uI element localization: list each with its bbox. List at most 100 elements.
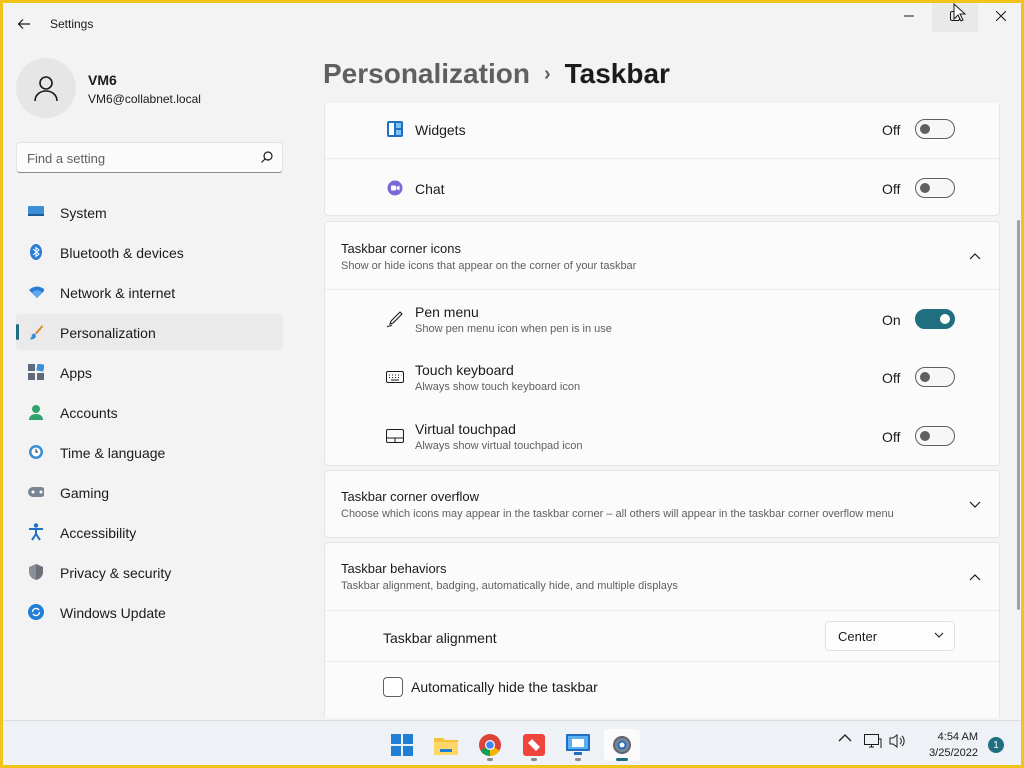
sidebar-item-label: Apps	[60, 365, 92, 381]
remote-desktop-icon	[566, 734, 590, 755]
speaker-icon	[889, 734, 905, 748]
sidebar-item-label: Network & internet	[60, 285, 176, 301]
chevron-up-icon[interactable]	[968, 570, 982, 584]
breadcrumb-separator: ›	[543, 63, 551, 85]
monitor-icon	[28, 204, 44, 220]
sidebar-item-personalization[interactable]: Personalization	[16, 314, 283, 350]
corner-icons-card: Taskbar corner icons Show or hide icons …	[324, 221, 1000, 466]
clock[interactable]: 4:54 AM 3/25/2022	[916, 729, 978, 761]
minimize-button[interactable]	[886, 0, 932, 32]
chrome-icon	[479, 734, 501, 756]
anydesk-icon	[523, 734, 545, 756]
globe-clock-icon	[28, 444, 44, 460]
remote-desktop-button[interactable]	[560, 729, 596, 761]
sidebar-item-accessibility[interactable]: Accessibility	[16, 514, 283, 550]
sidebar-item-label: Windows Update	[60, 605, 166, 621]
sidebar-item-gaming[interactable]: Gaming	[16, 474, 283, 510]
autohide-row: Automatically hide the taskbar	[325, 661, 999, 712]
chat-state: Off	[882, 181, 901, 197]
alignment-dropdown[interactable]: Center	[825, 621, 955, 651]
shield-icon	[28, 564, 44, 580]
file-explorer-button[interactable]	[428, 729, 464, 761]
pen-menu-toggle[interactable]	[915, 309, 955, 329]
chevron-down-icon[interactable]	[968, 498, 982, 512]
sidebar-item-accounts[interactable]: Accounts	[16, 394, 283, 430]
pen-icon	[386, 310, 404, 328]
clock-date: 3/25/2022	[929, 747, 978, 759]
breadcrumb-parent[interactable]: Personalization	[323, 58, 530, 89]
settings-gear-icon	[613, 736, 631, 754]
anydesk-button[interactable]	[516, 729, 552, 761]
touch-keyboard-label: Touch keyboard	[415, 362, 514, 378]
user-profile[interactable]: VM6 VM6@collabnet.local	[16, 58, 286, 118]
sidebar-item-apps[interactable]: Apps	[16, 354, 283, 390]
virtual-touchpad-row: Virtual touchpad Always show virtual tou…	[325, 407, 999, 466]
chevron-down-icon	[934, 632, 944, 638]
sidebar-item-network[interactable]: Network & internet	[16, 274, 283, 310]
search-icon	[261, 151, 273, 163]
sidebar-item-label: Accessibility	[60, 525, 137, 541]
touch-keyboard-toggle[interactable]	[915, 367, 955, 387]
corner-overflow-subtitle: Choose which icons may appear in the tas…	[341, 508, 894, 520]
touch-keyboard-state: Off	[882, 370, 901, 386]
sidebar-item-label: Time & language	[60, 445, 166, 461]
widgets-icon	[386, 120, 404, 138]
back-arrow-icon	[17, 19, 30, 29]
behaviors-header[interactable]: Taskbar behaviors Taskbar alignment, bad…	[325, 543, 999, 610]
alignment-label: Taskbar alignment	[383, 630, 497, 646]
chat-label: Chat	[415, 181, 445, 197]
chevron-up-icon[interactable]	[968, 249, 982, 263]
corner-icons-header[interactable]: Taskbar corner icons Show or hide icons …	[325, 222, 999, 289]
notification-badge[interactable]: 1	[988, 737, 1004, 753]
virtual-touchpad-toggle[interactable]	[915, 426, 955, 446]
chat-toggle[interactable]	[915, 178, 955, 198]
corner-icons-subtitle: Show or hide icons that appear on the co…	[341, 260, 637, 272]
widgets-toggle[interactable]	[915, 119, 955, 139]
behaviors-card: Taskbar behaviors Taskbar alignment, bad…	[324, 542, 1000, 718]
sidebar-item-time-language[interactable]: Time & language	[16, 434, 283, 470]
start-button[interactable]	[384, 729, 420, 761]
taskbar-items-card: Widgets Off Chat Off	[324, 103, 1000, 216]
autohide-label[interactable]: Automatically hide the taskbar	[411, 679, 598, 695]
sidebar-item-system[interactable]: System	[16, 194, 283, 230]
network-tray-icon[interactable]	[864, 733, 882, 749]
chrome-button[interactable]	[472, 729, 508, 761]
user-email: VM6@collabnet.local	[88, 92, 201, 106]
brush-icon	[28, 324, 44, 340]
network-monitor-icon	[864, 734, 882, 748]
keyboard-icon	[386, 368, 404, 386]
close-button[interactable]	[978, 0, 1024, 32]
corner-overflow-card[interactable]: Taskbar corner overflow Choose which ico…	[324, 470, 1000, 538]
search-input[interactable]: Find a setting	[16, 142, 283, 173]
back-button[interactable]	[10, 10, 38, 38]
alignment-value: Center	[838, 629, 878, 644]
update-icon	[28, 604, 44, 620]
file-explorer-icon	[434, 738, 458, 755]
windows-start-icon	[391, 734, 413, 756]
widgets-state: Off	[882, 122, 901, 138]
virtual-touchpad-label: Virtual touchpad	[415, 421, 516, 437]
autohide-checkbox[interactable]	[383, 677, 403, 697]
settings-taskbar-button[interactable]	[604, 729, 640, 761]
chat-row: Chat Off	[325, 158, 999, 216]
sidebar-item-bluetooth[interactable]: Bluetooth & devices	[16, 234, 283, 270]
scrollbar[interactable]	[1017, 220, 1020, 610]
title-bar: Settings	[0, 0, 1024, 48]
sidebar-item-windows-update[interactable]: Windows Update	[16, 594, 283, 630]
show-hidden-icons-button[interactable]	[838, 733, 852, 743]
accessibility-icon	[28, 523, 44, 541]
chevron-up-icon	[838, 734, 852, 742]
sidebar-item-privacy[interactable]: Privacy & security	[16, 554, 283, 590]
pen-menu-state: On	[882, 312, 901, 328]
sidebar-item-label: Personalization	[60, 325, 156, 341]
virtual-touchpad-sub: Always show virtual touchpad icon	[415, 440, 583, 452]
sidebar-item-label: Bluetooth & devices	[60, 245, 184, 261]
minimize-icon	[904, 15, 914, 17]
bluetooth-icon	[28, 244, 44, 260]
volume-tray-icon[interactable]	[889, 733, 907, 749]
page-title: Taskbar	[564, 58, 670, 89]
person-icon	[34, 76, 58, 102]
sidebar-item-label: Gaming	[60, 485, 110, 501]
widgets-label: Widgets	[415, 122, 466, 138]
sidebar-item-label: Accounts	[60, 405, 118, 421]
